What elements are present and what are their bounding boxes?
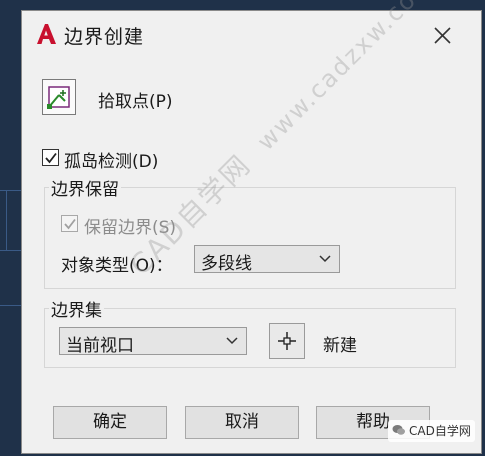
island-detection-label: 孤岛检测(D) [64, 152, 159, 172]
checkmark-icon [45, 152, 57, 164]
backdrop-line [0, 250, 22, 251]
wechat-icon [392, 422, 406, 436]
autocad-logo-icon [34, 22, 58, 46]
boundary-set-dropdown[interactable]: 当前视口 [59, 327, 247, 356]
boundary-set-title: 边界集 [49, 296, 104, 321]
backdrop-line [0, 305, 22, 306]
watermark-badge: CAD自学网 [388, 420, 475, 442]
chevron-down-icon [226, 337, 238, 345]
boundary-set-value: 当前视口 [66, 336, 134, 356]
boundary-retention-title: 边界保留 [49, 175, 121, 200]
watermark-badge-text: CAD自学网 [409, 424, 471, 438]
pick-points-icon [47, 86, 70, 109]
crosshair-icon [278, 332, 296, 350]
checkmark-icon [64, 218, 76, 230]
retain-boundaries-checkbox[interactable] [61, 215, 78, 232]
object-type-value: 多段线 [201, 254, 252, 274]
island-detection-checkbox[interactable] [42, 149, 59, 166]
ok-button[interactable]: 确定 [53, 406, 167, 439]
close-icon [434, 27, 451, 44]
new-boundary-set-button[interactable] [269, 323, 305, 359]
dialog-title: 边界创建 [64, 26, 145, 48]
close-button[interactable] [427, 21, 457, 49]
new-boundary-set-label: 新建 [323, 336, 357, 356]
backdrop-line [0, 190, 22, 191]
backdrop-line [6, 190, 7, 250]
pick-points-button[interactable] [42, 79, 76, 115]
cancel-button[interactable]: 取消 [185, 406, 299, 439]
object-type-dropdown[interactable]: 多段线 [194, 245, 340, 274]
pick-points-label: 拾取点(P) [98, 92, 173, 112]
chevron-down-icon [319, 255, 331, 263]
boundary-creation-dialog: 边界创建 拾取点(P) 孤岛检测(D) 边界保留 保留边界(S) 对象类型(O)… [21, 10, 482, 454]
